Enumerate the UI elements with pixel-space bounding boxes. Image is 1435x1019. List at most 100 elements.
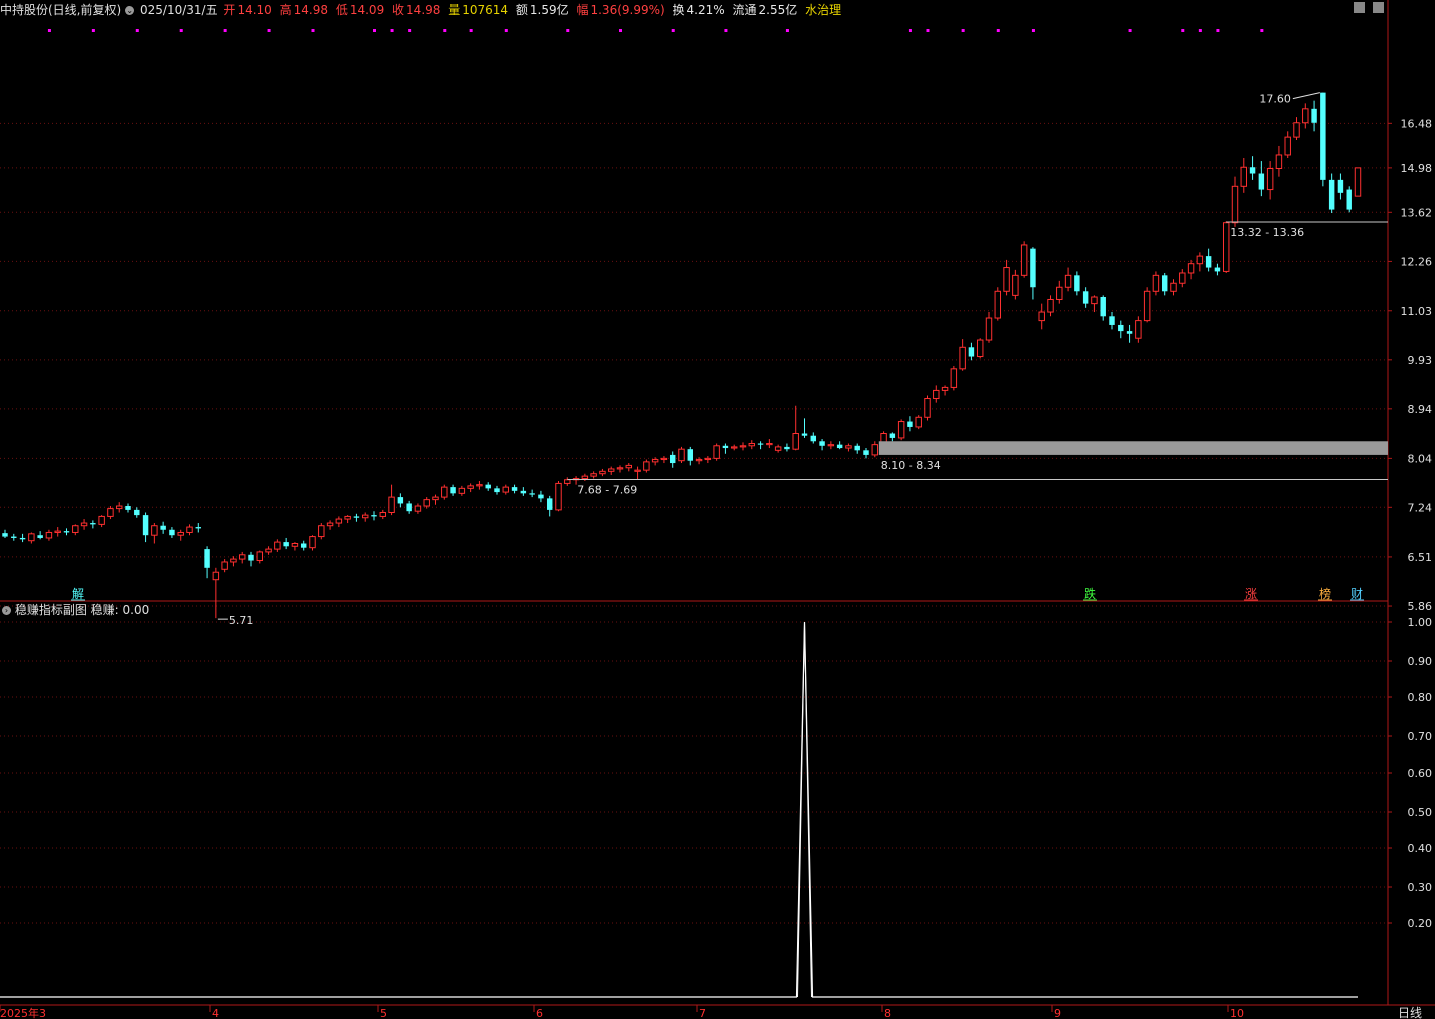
candle-body: [485, 484, 491, 489]
candle-body: [1126, 331, 1133, 334]
event-marker[interactable]: 跌: [1084, 586, 1096, 601]
event-marker[interactable]: 解: [72, 587, 84, 601]
event-marker[interactable]: 财: [1351, 587, 1363, 601]
candle-body: [80, 522, 88, 527]
signal-marker: [996, 29, 1000, 32]
candle-body: [722, 445, 729, 449]
candle-body: [1222, 222, 1230, 272]
candle-body: [1311, 108, 1317, 123]
candle-body: [695, 459, 703, 462]
candle-body: [1012, 274, 1019, 296]
candle-body: [1038, 311, 1045, 322]
signal-marker: [908, 29, 912, 32]
candle-body: [529, 493, 535, 495]
signal-marker: [671, 29, 675, 32]
signal-marker: [566, 29, 570, 32]
candle-body: [730, 446, 738, 449]
candle-body: [326, 522, 334, 527]
high-field: 高 14.98: [279, 3, 328, 17]
event-marker[interactable]: 榜: [1319, 586, 1331, 601]
date-tick-label: 5: [380, 1007, 387, 1019]
low-label: 5.71: [229, 614, 254, 627]
candle-body: [1214, 267, 1221, 272]
signal-marker: [785, 29, 789, 32]
stock-chart[interactable]: 17.60 5.71 7.68 - 7.69 8.10 - 8.34 13.32 - 1…: [0, 0, 1435, 1019]
candle-body: [1240, 166, 1248, 187]
candle-body: [494, 488, 500, 493]
candle-body: [801, 433, 808, 436]
candle-body: [810, 435, 817, 442]
price-tick-label: 8.04: [1408, 452, 1433, 465]
sector-label[interactable]: 水治理: [805, 3, 841, 17]
event-marker[interactable]: 涨: [1245, 586, 1257, 601]
timeframe-label[interactable]: 日线: [1398, 1006, 1422, 1019]
settings-icon[interactable]: [1354, 2, 1365, 13]
candle-body: [687, 449, 694, 461]
stock-title[interactable]: 中持股份(日线,前复权): [0, 3, 121, 17]
candle-body: [115, 505, 123, 510]
price-tick-label: 14.98: [1401, 162, 1433, 175]
candle-body: [1284, 136, 1291, 156]
candle-body: [871, 444, 879, 456]
candle-body: [1074, 275, 1080, 292]
candle-body: [195, 527, 202, 529]
candle-body: [19, 537, 26, 540]
candle-body: [1320, 92, 1326, 180]
window-icon[interactable]: [1373, 2, 1384, 13]
candle-body: [476, 484, 483, 487]
price-tick-label: 12.26: [1401, 255, 1433, 268]
candle-body: [1152, 274, 1160, 292]
sub-tick-label: 0.30: [1408, 881, 1433, 894]
candle-body: [388, 496, 395, 513]
candle-body: [616, 467, 624, 470]
candle-body: [300, 543, 307, 548]
subchart-title[interactable]: 稳赚指标副图: [15, 603, 87, 617]
candle-body: [994, 290, 1002, 319]
candle-body: [28, 533, 35, 542]
quote-header: 中持股份(日线,前复权) ⌄ 025/10/31/五 开 14.10 高 14.98 …: [0, 0, 843, 22]
sub-tick-label: 0.80: [1408, 691, 1433, 704]
subchart-toggle-icon[interactable]: ›: [2, 606, 11, 615]
signal-marker: [1128, 29, 1132, 32]
candle-body: [704, 457, 712, 461]
candle-body: [186, 526, 193, 533]
low-field: 低 14.09: [335, 3, 385, 17]
candle-body: [1302, 108, 1309, 124]
dropdown-icon[interactable]: ⌄: [125, 6, 135, 15]
candle-body: [643, 461, 650, 471]
candle-body: [45, 531, 53, 539]
candle-body: [897, 421, 905, 439]
candle-body: [72, 525, 79, 533]
date-tick-label: 2025年3: [0, 1006, 46, 1019]
sub-tick-label: 0.20: [1408, 917, 1433, 930]
signal-marker: [619, 29, 622, 32]
turnover-field: 换 4.21%: [672, 3, 725, 17]
date-tick-label: 8: [884, 1007, 891, 1019]
candle-body: [353, 516, 360, 518]
candle-body: [1328, 179, 1335, 210]
candle-body: [2, 533, 8, 537]
signal-marker: [47, 29, 51, 32]
candle-body: [748, 443, 756, 447]
signal-marker: [179, 29, 183, 32]
candle-body: [1100, 297, 1106, 317]
high-label: 17.60: [1259, 93, 1291, 106]
candle-body: [915, 416, 922, 428]
annotations-group: 17.60 5.71 7.68 - 7.69 8.10 - 8.34 13.32 - 1…: [47, 29, 1388, 627]
candle-body: [1275, 154, 1283, 169]
candle-body: [757, 443, 764, 445]
candle-body: [1143, 290, 1151, 322]
candle-body: [827, 444, 835, 447]
signal-marker: [267, 29, 271, 32]
candle-body: [54, 530, 61, 533]
candle-body: [502, 486, 510, 493]
candle-body: [678, 448, 685, 462]
date-tick-label: 7: [699, 1007, 706, 1019]
event-markers: 解跌涨榜财: [71, 586, 1364, 601]
signal-marker: [91, 29, 95, 32]
candle-body: [432, 496, 439, 501]
candle-body: [335, 518, 343, 524]
candle-body: [520, 490, 527, 494]
candle-body: [1258, 173, 1265, 190]
candle-body: [1266, 167, 1274, 191]
